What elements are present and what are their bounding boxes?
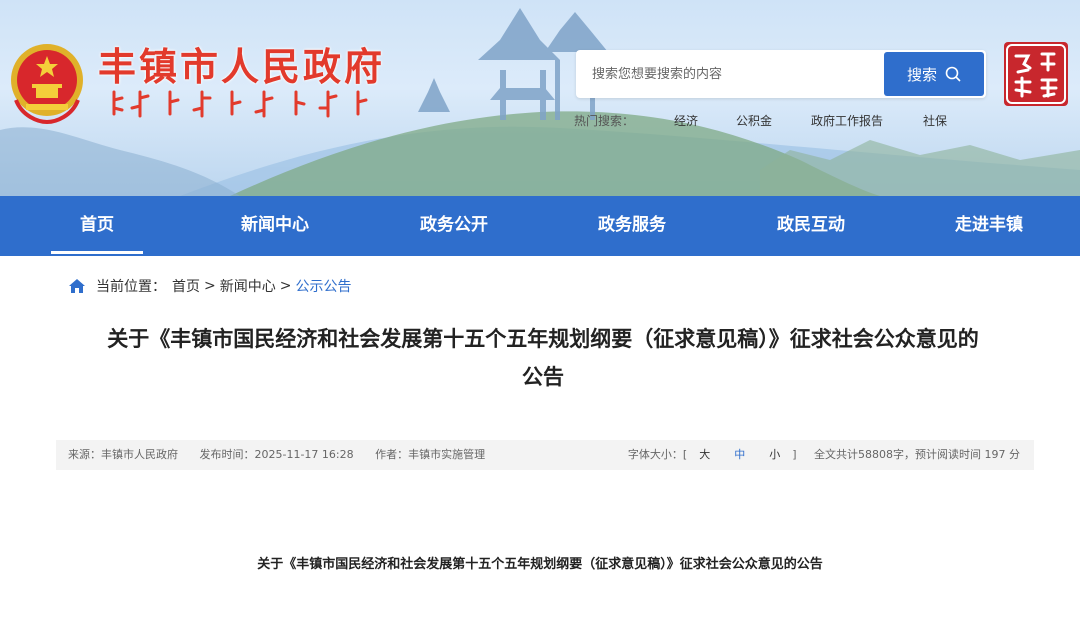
breadcrumb: 当前位置： 首页 > 新闻中心 > 公示公告: [68, 276, 351, 296]
search-box: 搜索: [576, 50, 986, 98]
article-body-heading: 关于《丰镇市国民经济和社会发展第十五个五年规划纲要（征求意见稿）》征求社会公众意…: [257, 557, 823, 572]
site-header: 丰镇市人民政府 搜索 热门搜索： 经济 公积金 政府工作报告 社保: [0, 0, 1080, 196]
hot-search-link-housing-fund[interactable]: 公积金: [736, 112, 772, 129]
breadcrumb-label: 当前位置：: [96, 279, 166, 295]
national-emblem-icon: [11, 44, 83, 124]
nav-item-home[interactable]: 首页: [37, 196, 157, 256]
site-title: 丰镇市人民政府: [98, 45, 386, 89]
breadcrumb-separator: >: [279, 278, 292, 294]
home-icon: [69, 279, 85, 293]
red-seal-logo-icon: [1004, 42, 1068, 106]
article-title-line-2: 公告: [522, 365, 564, 389]
search-icon: [945, 66, 961, 82]
breadcrumb-home[interactable]: 首页: [172, 276, 200, 296]
article-source: 来源：丰镇市人民政府: [68, 448, 178, 461]
main-nav: 首页 新闻中心 政务公开 政务服务 政民互动 走进丰镇: [0, 196, 1080, 256]
nav-item-government-services[interactable]: 政务服务: [572, 196, 692, 256]
font-size-large-button[interactable]: 大: [699, 448, 710, 461]
hot-search-link-economy[interactable]: 经济: [674, 112, 698, 129]
article-author: 作者：丰镇市实施管理: [375, 448, 486, 461]
hot-search-row: 热门搜索： 经济 公积金 政府工作报告 社保: [574, 112, 974, 128]
hot-search-link-social-security[interactable]: 社保: [923, 112, 947, 129]
nav-item-news-center[interactable]: 新闻中心: [215, 196, 335, 256]
font-size-small-button[interactable]: 小: [769, 448, 780, 461]
article-word-count: 全文共计58808字，预计阅读时间 197 分: [814, 448, 1020, 461]
mongolian-script-logo: [112, 90, 368, 118]
font-size-bracket: ]: [792, 448, 797, 461]
article-title: 关于《丰镇市国民经济和社会发展第十五个五年规划纲要（征求意见稿）》征求社会公众意…: [50, 320, 1036, 396]
search-input[interactable]: [576, 50, 876, 98]
breadcrumb-announcements[interactable]: 公示公告: [295, 276, 351, 296]
nav-item-about-fengzhen[interactable]: 走进丰镇: [929, 196, 1049, 256]
breadcrumb-separator: >: [204, 278, 216, 294]
nav-item-government-affairs[interactable]: 政务公开: [394, 196, 514, 256]
search-button[interactable]: 搜索: [884, 52, 984, 96]
breadcrumb-news-center[interactable]: 新闻中心: [220, 276, 276, 296]
nav-item-public-interaction[interactable]: 政民互动: [751, 196, 871, 256]
hot-search-label: 热门搜索：: [574, 114, 635, 128]
article-publish-time: 发布时间：2025-11-17 16:28: [199, 448, 354, 461]
font-size-medium-button[interactable]: 中: [734, 448, 745, 461]
font-size-label: 字体大小：[: [627, 448, 688, 461]
hot-search-link-work-report[interactable]: 政府工作报告: [811, 112, 883, 129]
article-title-line-1: 关于《丰镇市国民经济和社会发展第十五个五年规划纲要（征求意见稿）》征求社会公众意…: [107, 327, 979, 351]
search-button-label: 搜索: [906, 65, 937, 84]
article-meta-bar: 来源：丰镇市人民政府 发布时间：2025-11-17 16:28 作者：丰镇市实…: [56, 440, 1034, 470]
